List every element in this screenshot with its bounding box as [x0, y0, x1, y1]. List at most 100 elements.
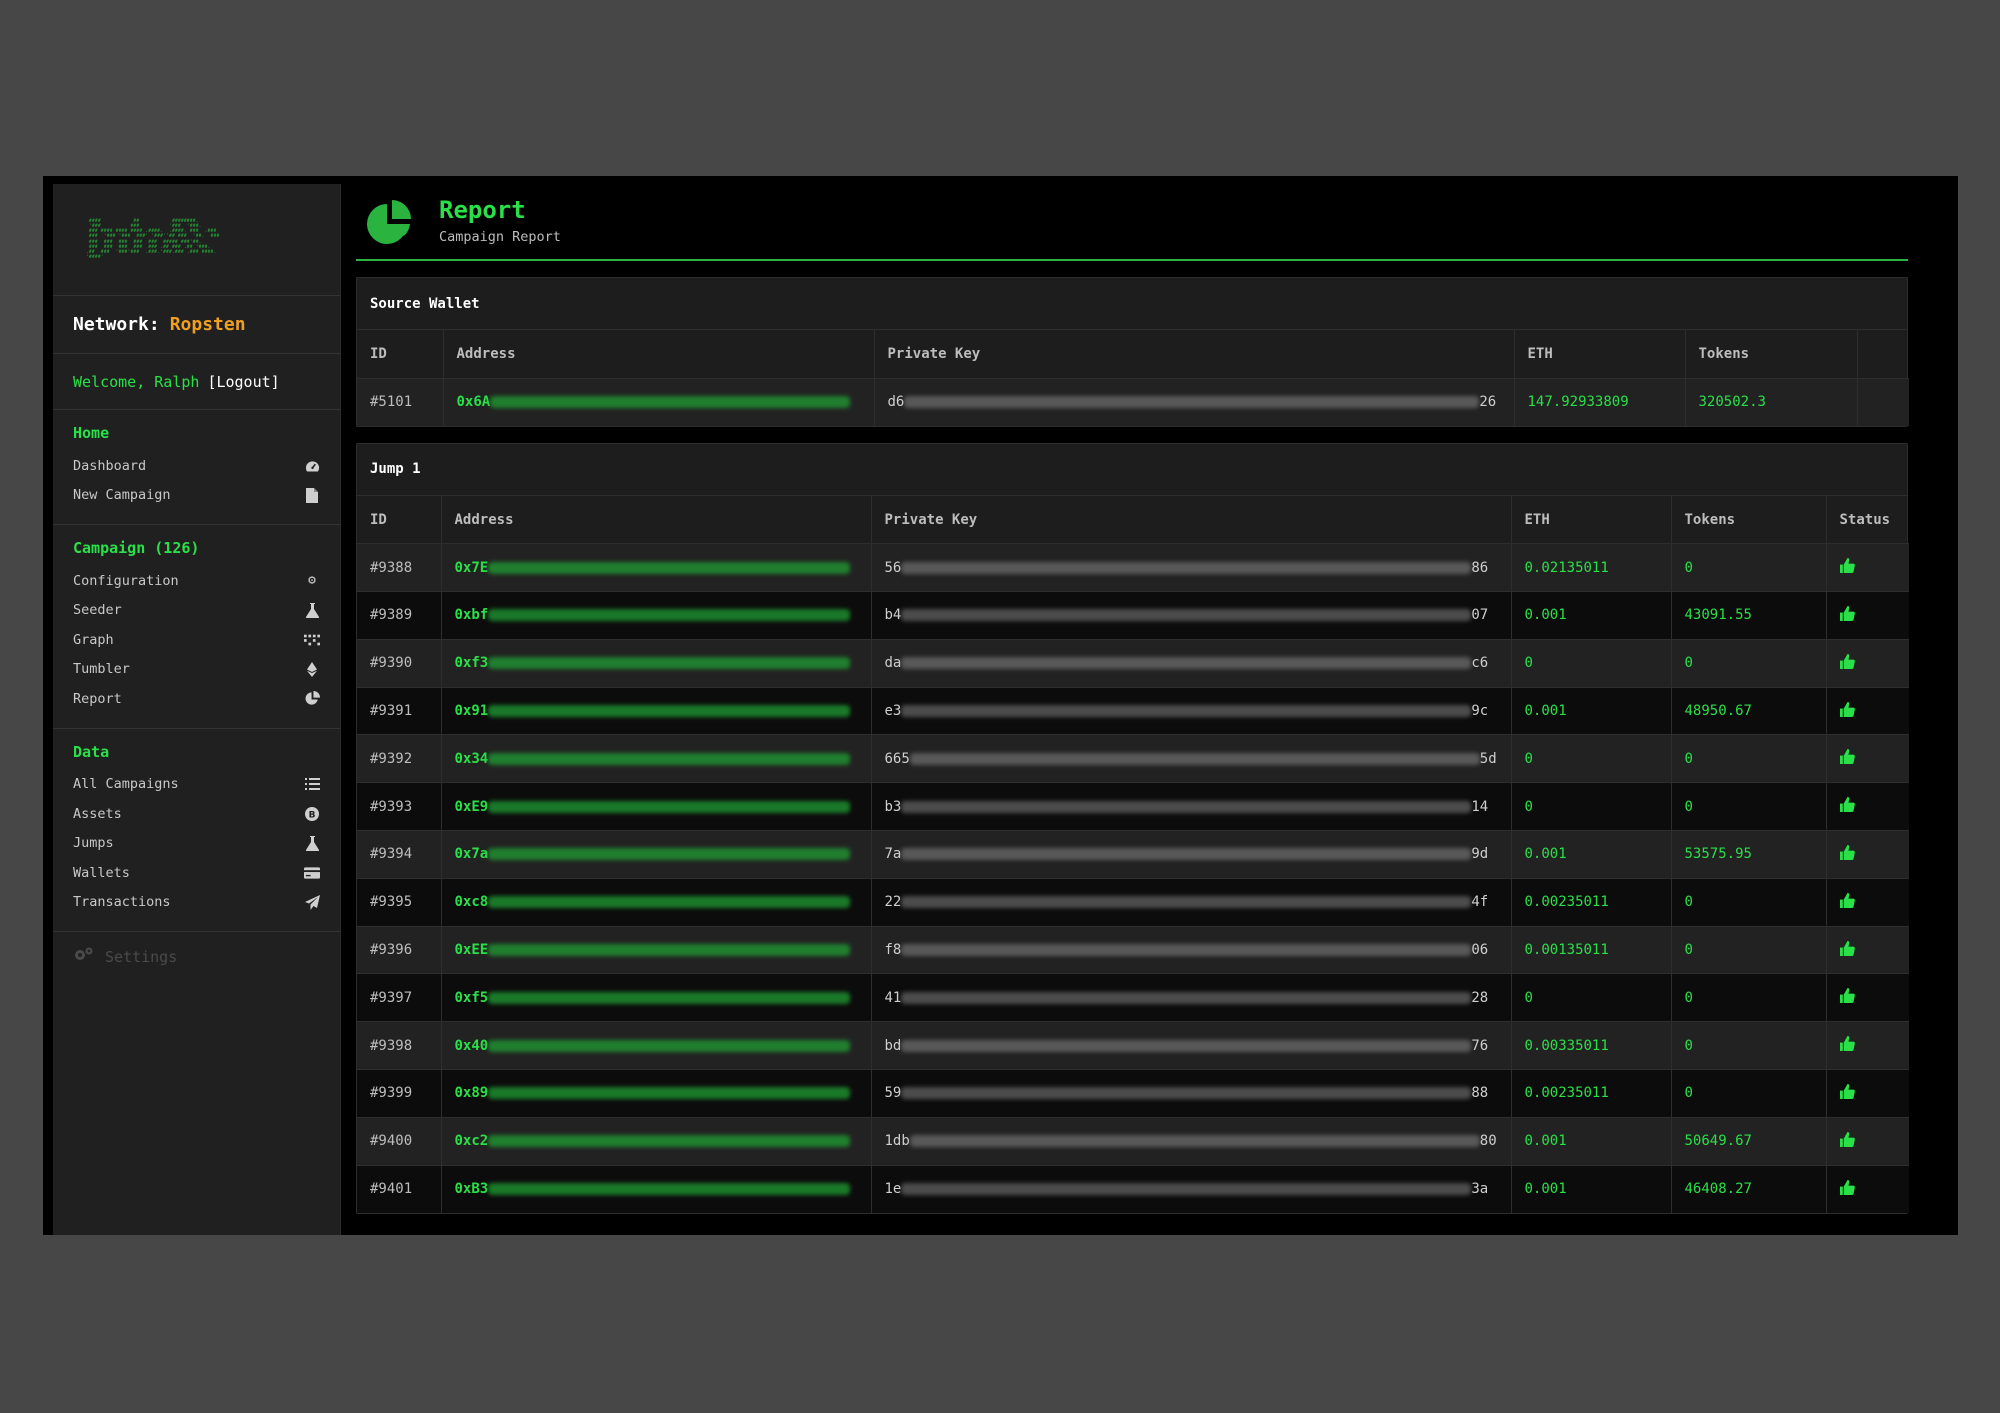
settings-label: Settings: [105, 947, 178, 966]
cell-address[interactable]: 0xEE: [441, 925, 872, 974]
cell-private-key[interactable]: e3 9c: [871, 686, 1512, 735]
cell-private-key[interactable]: da c6: [871, 638, 1512, 688]
key-suffix: 5d: [1479, 750, 1497, 767]
key-suffix: 14: [1471, 798, 1489, 815]
column-header[interactable]: Address: [443, 330, 875, 379]
settings-link[interactable]: Settings: [53, 932, 340, 981]
jump-panel: Jump 1 ID Address Private Key ETH Tokens…: [356, 442, 1909, 1214]
ethereum-icon: [304, 661, 320, 677]
cell-tokens: 0: [1671, 877, 1827, 927]
sidebar-item-tumbler[interactable]: Tumbler: [73, 655, 320, 685]
nav-heading-campaign[interactable]: Campaign (126): [73, 539, 320, 557]
column-header[interactable]: Status: [1826, 495, 1909, 545]
cell-private-key[interactable]: bd 76: [871, 1021, 1512, 1070]
cell-address[interactable]: 0xE9: [441, 782, 872, 831]
cell-private-key[interactable]: f8 06: [871, 925, 1512, 974]
column-header[interactable]: Address: [441, 495, 872, 545]
column-header[interactable]: ETH: [1511, 495, 1672, 545]
cell-address[interactable]: 0x40: [441, 1021, 872, 1070]
cell-id: #9388: [357, 543, 442, 592]
thumbs-up-icon: [1839, 892, 1855, 912]
panel-title: Jump 1: [357, 444, 1907, 496]
cell-address[interactable]: 0x89: [441, 1069, 872, 1118]
redacted-address: [488, 752, 851, 765]
cell-address[interactable]: 0x7a: [441, 830, 872, 879]
page-header: Report Campaign Report: [356, 184, 1908, 261]
column-header[interactable]: Tokens: [1685, 330, 1858, 379]
nav-heading-data[interactable]: Data: [73, 743, 320, 761]
cell-address[interactable]: 0xc8: [441, 877, 872, 927]
key-suffix: 9c: [1471, 703, 1489, 720]
sidebar-item-label: Wallets: [73, 864, 130, 881]
column-header[interactable]: ID: [357, 330, 444, 379]
logout-link[interactable]: [Logout]: [207, 373, 279, 391]
cell-id: #9398: [357, 1021, 442, 1070]
address-prefix: 0xc2: [454, 1133, 489, 1150]
sidebar-item-all-campaigns[interactable]: All Campaigns: [73, 770, 320, 800]
sidebar-item-wallets[interactable]: Wallets: [73, 858, 320, 888]
sidebar-item-label: Transactions: [73, 894, 171, 911]
column-header[interactable]: Tokens: [1671, 495, 1827, 545]
cell-address[interactable]: 0x7E: [441, 543, 872, 592]
sidebar-item-dashboard[interactable]: Dashboard: [73, 451, 320, 481]
sidebar-item-jumps[interactable]: Jumps: [73, 829, 320, 859]
column-header[interactable]: ID: [357, 495, 442, 545]
cell-private-key[interactable]: 59 88: [871, 1069, 1512, 1118]
thumbs-up-icon: [1839, 940, 1855, 960]
sidebar-item-report[interactable]: Report: [73, 684, 320, 714]
cell-empty: [1857, 377, 1909, 426]
cell-private-key[interactable]: 665 5d: [871, 734, 1512, 783]
cell-address[interactable]: 0xB3: [441, 1164, 872, 1213]
cell-private-key[interactable]: 41 28: [871, 973, 1512, 1022]
cell-private-key[interactable]: b4 07: [871, 591, 1512, 640]
cell-id: #9397: [357, 973, 442, 1022]
sidebar-item-label: Report: [73, 690, 122, 707]
cell-private-key[interactable]: 56 86: [871, 543, 1512, 592]
column-header[interactable]: ETH: [1514, 330, 1686, 379]
cell-address[interactable]: 0xc2: [441, 1116, 872, 1166]
cell-private-key[interactable]: 22 4f: [871, 877, 1512, 927]
thumbs-up-icon: [1839, 1179, 1855, 1199]
thumbs-up-icon: [1839, 605, 1855, 625]
cell-private-key[interactable]: 1db 80: [871, 1116, 1512, 1166]
cell-address[interactable]: 0xf3: [441, 638, 872, 688]
cell-private-key[interactable]: 7a 9d: [871, 830, 1512, 879]
cell-private-key[interactable]: d6 26: [874, 377, 1515, 426]
cell-address[interactable]: 0x34: [441, 734, 872, 783]
nav-heading-home[interactable]: Home: [73, 424, 320, 442]
address-prefix: 0x6A: [456, 394, 491, 411]
redacted-address: [488, 800, 851, 813]
sidebar-item-label: All Campaigns: [73, 776, 179, 793]
address-prefix: 0xf3: [454, 655, 489, 672]
cell-eth: 0.001: [1511, 1164, 1672, 1213]
flask-icon: [304, 602, 320, 618]
redacted-address: [490, 396, 851, 409]
cell-private-key[interactable]: 1e 3a: [871, 1164, 1512, 1213]
table-row: #9400 0xc2 1db 80 0.001 50649.67: [357, 1116, 1909, 1166]
network-label: Network:: [73, 314, 160, 335]
cell-tokens: 50649.67: [1671, 1116, 1827, 1166]
cell-status: [1826, 1021, 1909, 1070]
cell-private-key[interactable]: b3 14: [871, 782, 1512, 831]
sidebar-item-seeder[interactable]: Seeder: [73, 596, 320, 626]
cell-tokens: 48950.67: [1671, 686, 1827, 735]
cell-address[interactable]: 0xbf: [441, 591, 872, 640]
cell-address[interactable]: 0xf5: [441, 973, 872, 1022]
sidebar-item-assets[interactable]: Assets B: [73, 799, 320, 829]
redacted-key: [909, 1135, 1480, 1148]
cell-status: [1826, 638, 1909, 688]
column-header[interactable]: Private Key: [871, 495, 1512, 545]
thumbs-up-icon: [1839, 1036, 1855, 1055]
sidebar-item-transactions[interactable]: Transactions: [73, 888, 320, 918]
cell-address[interactable]: 0x6A: [443, 377, 875, 426]
key-suffix: 06: [1471, 942, 1489, 959]
redacted-address: [488, 657, 851, 670]
sidebar-item-label: Dashboard: [73, 457, 147, 474]
key-prefix: 665: [884, 750, 910, 767]
key-prefix: da: [884, 655, 902, 672]
sidebar-item-graph[interactable]: Graph: [73, 625, 320, 655]
cell-address[interactable]: 0x91: [441, 686, 872, 735]
sidebar-item-new-campaign[interactable]: New Campaign: [73, 481, 320, 511]
sidebar-item-configuration[interactable]: Configuration ⚙: [73, 566, 320, 596]
column-header[interactable]: Private Key: [874, 330, 1515, 379]
